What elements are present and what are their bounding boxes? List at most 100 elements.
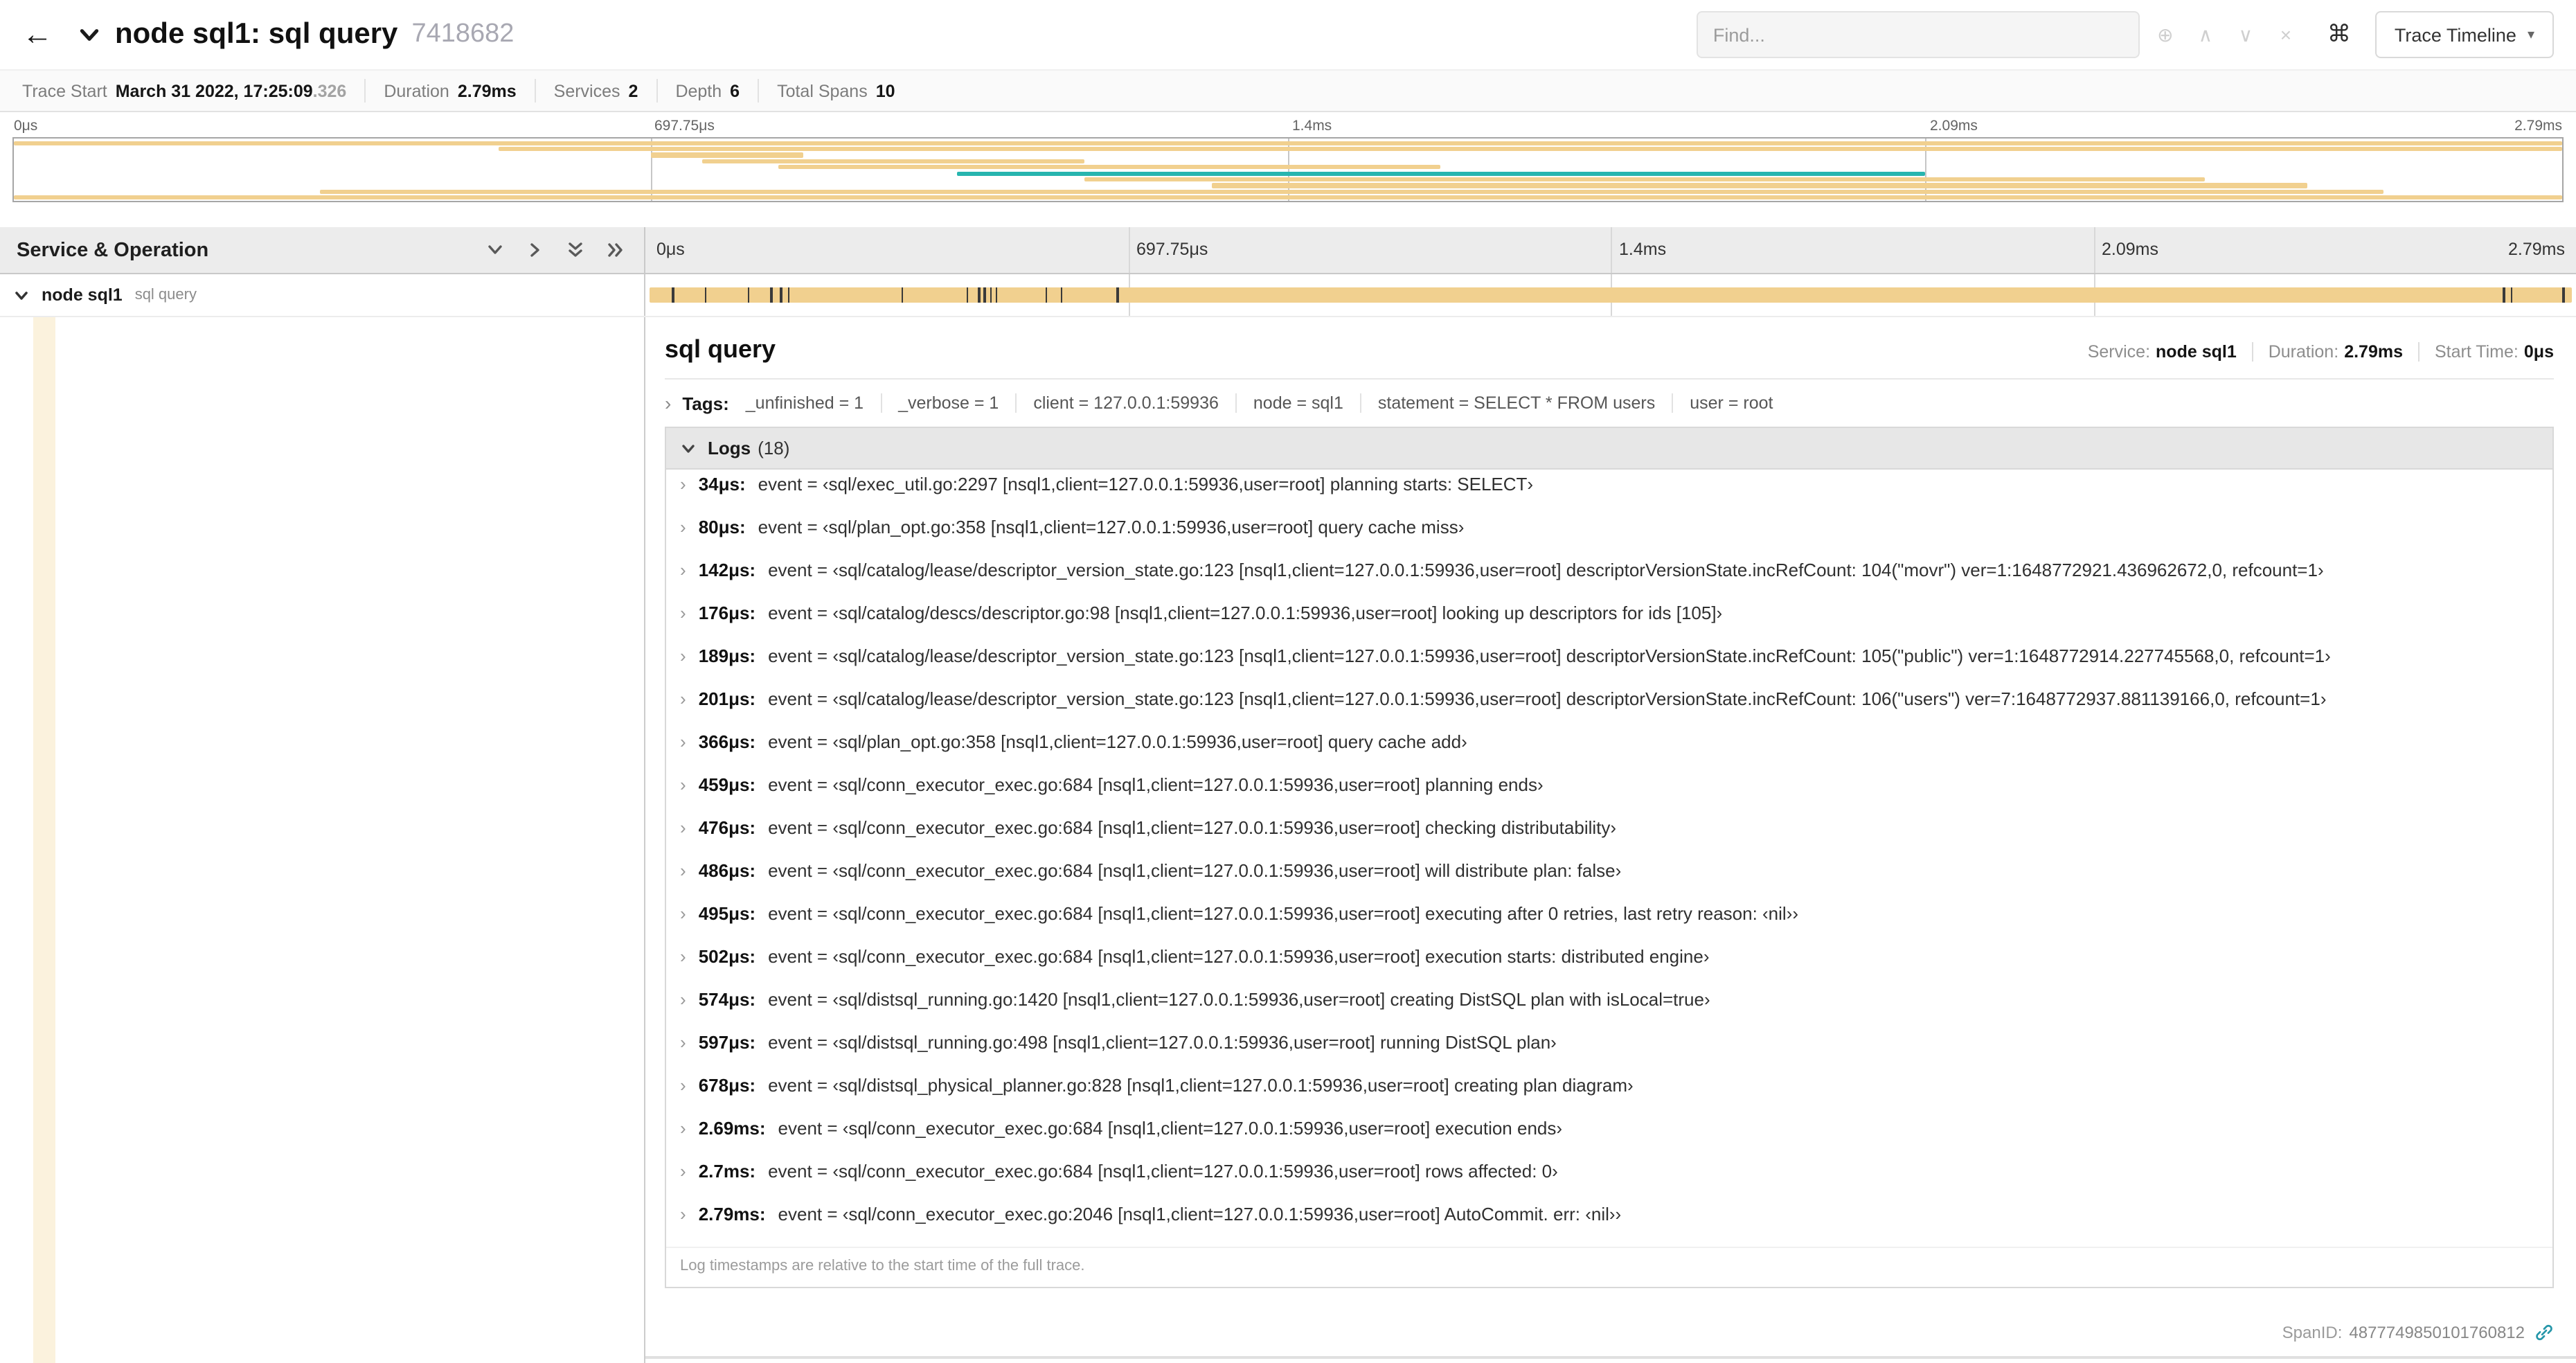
keyboard-shortcuts-icon[interactable]: ⌘ [2314, 11, 2364, 58]
tick-label: 2.09ms [2102, 240, 2158, 259]
chevron-right-icon: › [680, 1075, 686, 1096]
log-row[interactable]: › 176μs: event = ‹sql/catalog/descs/desc… [666, 603, 2552, 645]
top-bar: ← node sql1: sql query 7418682 ⊕ ∧ ∨ × ⌘… [0, 0, 2576, 69]
duration-item: Duration 2.79ms [364, 79, 534, 103]
log-timestamp: 502μs: [698, 946, 756, 967]
log-marker-tick [2562, 287, 2565, 303]
expand-one-icon[interactable] [526, 241, 544, 259]
total-spans-label: Total Spans [777, 81, 868, 100]
log-event-text: event = ‹sql/plan_opt.go:358 [nsql1,clie… [758, 517, 1465, 537]
log-row[interactable]: › 502μs: event = ‹sql/conn_executor_exec… [666, 946, 2552, 989]
log-row[interactable]: › 80μs: event = ‹sql/plan_opt.go:358 [ns… [666, 517, 2552, 560]
span-name-cell[interactable]: node sql1 sql query [0, 274, 645, 316]
chevron-right-icon: › [680, 474, 686, 495]
minimap-span-bar [319, 189, 2384, 195]
chevron-right-icon: › [680, 1032, 686, 1053]
log-timestamp: 459μs: [698, 774, 756, 795]
services-item: Services 2 [534, 79, 656, 103]
back-arrow-icon[interactable]: ← [22, 19, 53, 50]
logs-header[interactable]: Logs (18) [666, 428, 2552, 470]
span-bar-cell[interactable] [645, 274, 2576, 316]
tags-list: _unfinished = 1 _verbose = 1 client = 12… [746, 393, 1790, 413]
minimap-span-bar [1211, 183, 2307, 188]
minimap-span-bar [651, 152, 804, 158]
minimap-span-bar [956, 171, 1925, 176]
log-event-text: event = ‹sql/conn_executor_exec.go:684 [… [768, 903, 1799, 924]
log-timestamp: 80μs: [698, 517, 746, 537]
span-detail-meta: Service: node sql1 Duration: 2.79ms Start … [2073, 342, 2554, 362]
tick-label: 1.4ms [1619, 240, 1667, 259]
log-list: › 34μs: event = ‹sql/exec_util.go:2297 [… [666, 470, 2552, 1247]
log-row[interactable]: › 2.79ms: event = ‹sql/conn_executor_exe… [666, 1204, 2552, 1247]
log-row[interactable]: › 366μs: event = ‹sql/plan_opt.go:358 [n… [666, 731, 2552, 774]
log-timestamp: 366μs: [698, 731, 756, 752]
log-marker-tick [1045, 287, 1048, 303]
chevron-right-icon: › [680, 1204, 686, 1224]
log-event-text: event = ‹sql/conn_executor_exec.go:684 [… [768, 1161, 1558, 1182]
log-row[interactable]: › 189μs: event = ‹sql/catalog/lease/desc… [666, 645, 2552, 688]
timeline-header: Service & Operation 0μs 697.75μs 1.4ms 2… [0, 227, 2576, 274]
prev-result-icon[interactable]: ∧ [2185, 11, 2226, 58]
span-tree-column [0, 317, 645, 1363]
log-row[interactable]: › 597μs: event = ‹sql/distsql_running.go… [666, 1032, 2552, 1075]
log-row[interactable]: › 142μs: event = ‹sql/catalog/lease/desc… [666, 560, 2552, 603]
minimap-span-bar [498, 146, 2562, 152]
log-event-text: event = ‹sql/catalog/lease/descriptor_ve… [768, 688, 2327, 709]
log-row[interactable]: › 678μs: event = ‹sql/distsql_physical_p… [666, 1075, 2552, 1118]
minimap-canvas[interactable] [12, 137, 2564, 202]
span-detail-panel: sql query Service: node sql1 Duration: 2.7… [645, 317, 2576, 1359]
log-row[interactable]: › 34μs: event = ‹sql/exec_util.go:2297 [… [666, 474, 2552, 517]
log-timestamp: 495μs: [698, 903, 756, 924]
collapse-trace-chevron-icon[interactable] [78, 23, 101, 46]
log-row[interactable]: › 574μs: event = ‹sql/distsql_running.go… [666, 989, 2552, 1032]
span-detail-section: sql query Service: node sql1 Duration: 2.7… [0, 317, 2576, 1363]
span-id-label: SpanID: [2282, 1323, 2343, 1342]
tags-row[interactable]: › Tags: _unfinished = 1 _verbose = 1 cli… [665, 380, 2554, 427]
clear-search-icon[interactable]: × [2266, 11, 2306, 58]
span-detail-header: sql query Service: node sql1 Duration: 2.7… [665, 317, 2554, 364]
chevron-down-icon[interactable] [14, 287, 29, 303]
log-marker-tick [1116, 287, 1119, 303]
tag: _verbose = 1 [880, 393, 1015, 413]
find-input[interactable] [1712, 24, 2123, 45]
log-row[interactable]: › 201μs: event = ‹sql/catalog/lease/desc… [666, 688, 2552, 731]
trace-start-value: March 31 2022, 17:25:09.326 [115, 81, 347, 100]
minimap-span-bar [14, 141, 2562, 145]
tag: node = sql1 [1235, 393, 1360, 413]
span-color-indent-strip [33, 317, 55, 1363]
log-marker-tick [780, 287, 782, 303]
expand-all-icon[interactable] [607, 241, 625, 259]
view-selector-label: Trace Timeline [2394, 24, 2516, 45]
caret-down-icon: ▾ [2527, 27, 2534, 42]
log-row[interactable]: › 486μs: event = ‹sql/conn_executor_exec… [666, 860, 2552, 903]
tag: user = root [1672, 393, 1789, 413]
log-row[interactable]: › 459μs: event = ‹sql/conn_executor_exec… [666, 774, 2552, 817]
tag: client = 127.0.0.1:59936 [1015, 393, 1235, 413]
collapse-all-icon[interactable] [566, 241, 584, 259]
log-row[interactable]: › 2.7ms: event = ‹sql/conn_executor_exec… [666, 1161, 2552, 1204]
tick-label: 0μs [14, 118, 38, 134]
zoom-icon[interactable]: ⊕ [2145, 11, 2185, 58]
collapse-one-icon[interactable] [486, 241, 504, 259]
log-event-text: event = ‹sql/catalog/lease/descriptor_ve… [768, 560, 2324, 580]
log-event-text: event = ‹sql/plan_opt.go:358 [nsql1,clie… [768, 731, 1467, 752]
view-selector-button[interactable]: Trace Timeline ▾ [2374, 11, 2554, 58]
link-icon[interactable] [2534, 1323, 2554, 1342]
trace-minimap: 0μs 697.75μs 1.4ms 2.09ms 2.79ms [0, 112, 2576, 202]
span-row[interactable]: node sql1 sql query [0, 274, 2576, 317]
expand-collapse-controls [486, 241, 633, 259]
log-row[interactable]: › 476μs: event = ‹sql/conn_executor_exec… [666, 817, 2552, 860]
depth-value: 6 [730, 81, 740, 100]
minimap-tick-labels: 0μs 697.75μs 1.4ms 2.09ms 2.79ms [12, 112, 2564, 137]
total-spans-value: 10 [875, 81, 895, 100]
log-marker-tick [770, 287, 773, 303]
log-event-text: event = ‹sql/distsql_physical_planner.go… [768, 1075, 1634, 1096]
log-row[interactable]: › 2.69ms: event = ‹sql/conn_executor_exe… [666, 1118, 2552, 1161]
span-bar[interactable] [649, 287, 2573, 303]
log-event-text: event = ‹sql/conn_executor_exec.go:2046 … [778, 1204, 1622, 1224]
gridline [2093, 227, 2095, 273]
next-result-icon[interactable]: ∨ [2226, 11, 2266, 58]
log-row[interactable]: › 495μs: event = ‹sql/conn_executor_exec… [666, 903, 2552, 946]
chevron-right-icon: › [680, 903, 686, 924]
chevron-right-icon: › [680, 731, 686, 752]
